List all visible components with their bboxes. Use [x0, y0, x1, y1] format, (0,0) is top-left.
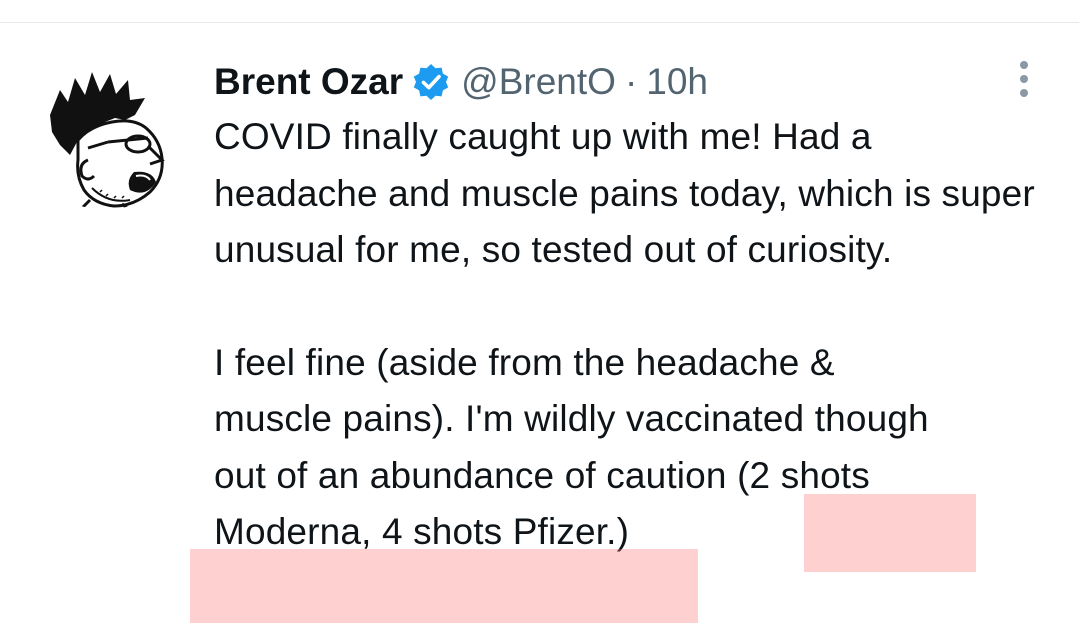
tweet-body: Brent Ozar @BrentO · 10h COVID finally c… — [214, 56, 1044, 561]
meta-separator: · — [624, 61, 638, 102]
tweet-paragraph-1: COVID finally caught up with me! Had a h… — [214, 116, 1035, 270]
tweet-line: I feel fine (aside from the headache & — [214, 341, 835, 383]
display-name[interactable]: Brent Ozar — [214, 56, 403, 108]
more-options-icon[interactable] — [1012, 58, 1036, 100]
avatar-illustration — [30, 60, 180, 210]
tweet-header: Brent Ozar @BrentO · 10h — [214, 56, 1044, 108]
user-handle[interactable]: @BrentO — [461, 56, 616, 108]
tweet-line: out of an abundance of caution — [214, 454, 738, 496]
highlighted-text: Moderna, 4 shots Pfizer.) — [214, 511, 630, 552]
tweet-paragraph-2: I feel fine (aside from the headache & m… — [214, 335, 1044, 561]
verified-badge-icon — [411, 62, 451, 102]
tweet-text: COVID finally caught up with me! Had a h… — [214, 109, 1044, 561]
top-divider — [0, 22, 1079, 23]
timestamp[interactable]: 10h — [646, 56, 708, 108]
highlighted-text: (2 shots — [737, 454, 870, 496]
avatar[interactable] — [30, 60, 180, 210]
tweet-line: muscle pains). I'm wildly vaccinated tho… — [214, 398, 929, 439]
